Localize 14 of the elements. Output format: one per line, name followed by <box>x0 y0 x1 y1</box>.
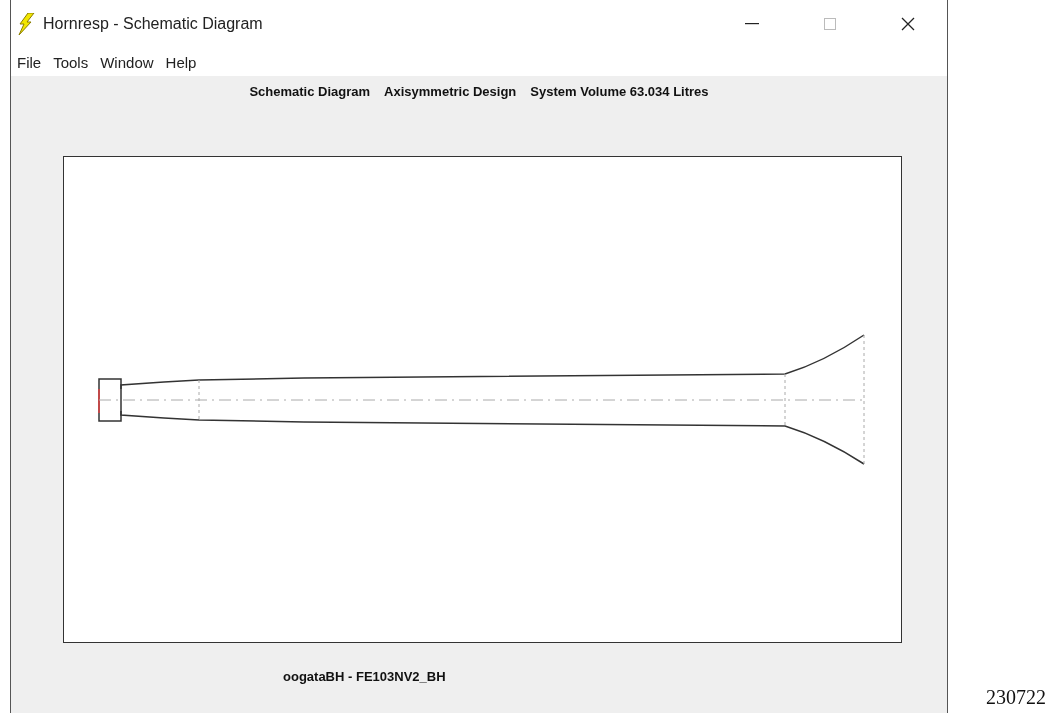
window-title: Hornresp - Schematic Diagram <box>43 15 264 33</box>
diagram-caption: oogataBH - FE103NV2_BH <box>283 669 446 684</box>
close-icon <box>901 17 915 31</box>
heading-text: Axisymmetric Design <box>384 84 517 101</box>
menu-item[interactable]: File <box>11 53 48 71</box>
minimize-icon <box>745 23 759 25</box>
heading-text: System Volume 63.034 Litres <box>530 84 709 101</box>
lightning-icon <box>17 13 35 35</box>
heading-text: Schematic Diagram <box>249 84 371 101</box>
menu-item[interactable]: Window <box>94 53 160 71</box>
menu-item[interactable]: Help <box>159 53 203 71</box>
date-note: 230722 <box>986 686 1046 709</box>
menu-item[interactable]: Tools <box>47 53 95 71</box>
maximize-icon <box>824 18 836 30</box>
